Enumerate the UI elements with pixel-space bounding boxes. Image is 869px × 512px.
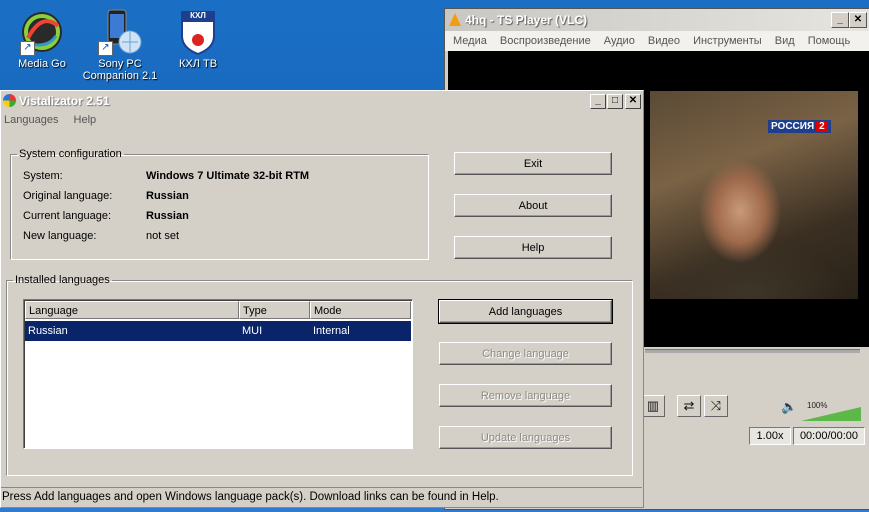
cell-type: MUI [242, 325, 263, 337]
add-languages-button[interactable]: Add languages [438, 299, 613, 324]
media-go-icon: ↗ [18, 8, 66, 56]
channel-logo: РОССИЯ 2 [768, 120, 831, 133]
vlc-title-bar[interactable]: 4hq - TS Player (VLC) _ ✕ [445, 9, 869, 31]
vlc-minimize-button[interactable]: _ [831, 12, 849, 28]
time-display: 00:00/00:00 [793, 427, 865, 445]
vlc-menu-tools[interactable]: Инструменты [693, 35, 762, 47]
khl-logo-icon: КХЛ [174, 8, 222, 56]
vistalizator-title-bar[interactable]: Vistalizator 2.51 _ □ ✕ [1, 91, 643, 111]
vlc-cone-icon [449, 13, 461, 26]
khl-logo-text: КХЛ [190, 11, 206, 20]
channel-logo-number: 2 [816, 121, 828, 132]
sony-pc-companion-icon: ↗ [96, 8, 144, 56]
original-language-label: Original language: [23, 190, 113, 202]
vistalizator-window[interactable]: Vistalizator 2.51 _ □ ✕ Languages Help S… [0, 90, 644, 508]
equalizer-icon[interactable]: ▥ [641, 395, 665, 417]
about-button[interactable]: About [454, 194, 612, 217]
system-label: System: [23, 170, 63, 182]
cell-language: Russian [28, 325, 68, 337]
vlc-menu-playback[interactable]: Воспроизведение [500, 35, 591, 47]
remove-language-button[interactable]: Remove language [439, 384, 612, 407]
speaker-icon[interactable]: 🔈 [781, 399, 797, 415]
maximize-button[interactable]: □ [607, 94, 623, 109]
vlc-menu-view[interactable]: Вид [775, 35, 795, 47]
desktop-icon-label: Companion 2.1 [82, 70, 158, 82]
desktop-icon-label: Media Go [18, 58, 66, 70]
vlc-menu-video[interactable]: Видео [648, 35, 680, 47]
table-row[interactable]: Russian MUI Internal [25, 321, 411, 341]
volume-slider[interactable] [801, 407, 861, 421]
column-header-mode[interactable]: Mode [310, 301, 411, 319]
original-language-value: Russian [146, 190, 189, 202]
current-language-label: Current language: [23, 210, 112, 222]
status-bar: Press Add languages and open Windows lan… [1, 487, 642, 506]
vlc-title: 4hq - TS Player (VLC) [465, 13, 588, 27]
system-configuration-group: System configuration [10, 148, 429, 260]
loop-icon[interactable]: ⇄ [677, 395, 701, 417]
windows-logo-icon [3, 94, 16, 107]
menu-help[interactable]: Help [74, 114, 97, 126]
installed-languages-legend: Installed languages [15, 274, 110, 286]
minimize-button[interactable]: _ [590, 94, 606, 109]
desktop-icon-sony-pc-companion[interactable]: ↗ Sony PC Companion 2.1 [80, 8, 160, 82]
shortcut-arrow-icon: ↗ [98, 41, 113, 56]
vlc-menu-bar: Медиа Воспроизведение Аудио Видео Инстру… [445, 31, 869, 52]
desktop-icon-media-go[interactable]: ↗ Media Go [2, 8, 82, 70]
vlc-menu-help[interactable]: Помощь [808, 35, 851, 47]
help-button[interactable]: Help [454, 236, 612, 259]
close-button[interactable]: ✕ [625, 94, 641, 109]
cell-mode: Internal [313, 325, 350, 337]
desktop-icon-label: Sony PC [98, 58, 142, 70]
new-language-value: not set [146, 230, 180, 242]
vlc-menu-media[interactable]: Медиа [453, 35, 487, 47]
shortcut-arrow-icon: ↗ [20, 41, 35, 56]
vlc-close-button[interactable]: ✕ [849, 12, 867, 28]
current-language-value: Russian [146, 210, 189, 222]
channel-logo-text: РОССИЯ [771, 121, 815, 132]
vlc-seek-bar[interactable] [645, 349, 860, 353]
desktop-icon-khl-tv[interactable]: КХЛ КХЛ ТВ [158, 8, 238, 70]
system-value: Windows 7 Ultimate 32-bit RTM [146, 170, 310, 182]
column-header-type[interactable]: Type [239, 301, 310, 319]
change-language-button[interactable]: Change language [439, 342, 612, 365]
exit-button[interactable]: Exit [454, 152, 612, 175]
shuffle-icon[interactable]: ⤨ [704, 395, 728, 417]
new-language-label: New language: [23, 230, 97, 242]
installed-languages-list[interactable]: Language Type Mode Russian MUI Internal [23, 299, 413, 449]
window-title: Vistalizator 2.51 [19, 94, 110, 108]
update-languages-button[interactable]: Update languages [439, 426, 612, 449]
system-configuration-legend: System configuration [19, 148, 122, 160]
vlc-menu-audio[interactable]: Аудио [604, 35, 635, 47]
menu-languages[interactable]: Languages [4, 114, 58, 126]
desktop-icon-label: КХЛ ТВ [178, 58, 218, 70]
menu-bar: Languages Help [1, 111, 643, 129]
column-header-language[interactable]: Language [25, 301, 239, 319]
playback-rate[interactable]: 1.00x [749, 427, 791, 445]
